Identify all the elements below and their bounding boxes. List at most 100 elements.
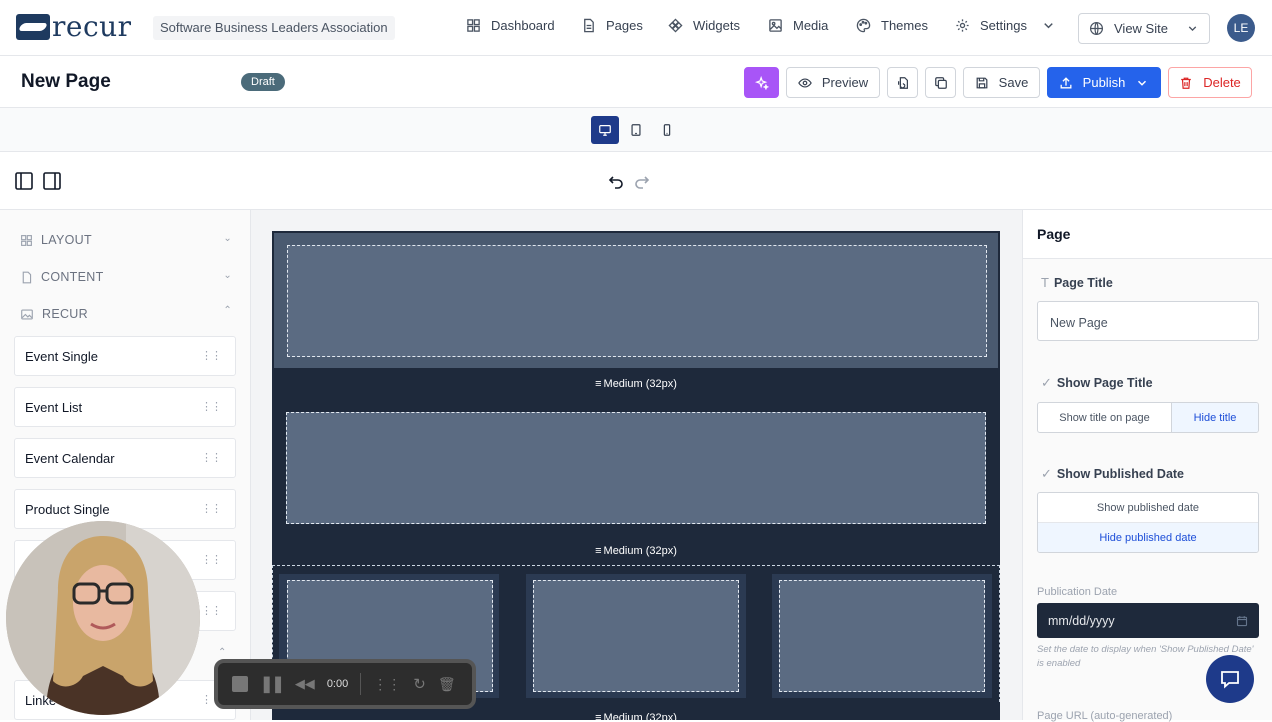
drag-handle-icon[interactable]: ⋮⋮ xyxy=(201,502,222,515)
drag-handle-icon[interactable]: ⋮⋮ xyxy=(201,400,222,413)
widget-event-list[interactable]: Event List ⋮⋮ xyxy=(14,387,236,427)
palette-icon xyxy=(856,18,871,33)
section-recur[interactable]: RECUR ⌃ xyxy=(20,305,232,321)
show-title-option[interactable]: Show title on page xyxy=(1038,403,1172,432)
delete-button[interactable]: Delete xyxy=(1168,67,1252,98)
section-content[interactable]: CONTENT ⌄ xyxy=(20,270,232,284)
nav-themes-label: Themes xyxy=(881,18,928,33)
spacer-block[interactable]: ≡ Medium (32px) xyxy=(272,370,1000,398)
move-grid-icon[interactable]: ⋮⋮ xyxy=(373,676,401,693)
drag-handle-icon[interactable]: ⋮⋮ xyxy=(201,553,222,566)
hide-title-option[interactable]: Hide title xyxy=(1172,403,1258,432)
nav-widgets[interactable]: Widgets xyxy=(668,18,740,33)
page-settings-panel: Page T Page Title New Page ✓ Show Page T… xyxy=(1022,210,1272,722)
section-recur-label: RECUR xyxy=(42,307,88,321)
screen-recorder-controls: ❚❚ ◀◀ 0:00 ⋮⋮ ↻ 🗑 xyxy=(214,659,476,709)
section-block-2[interactable] xyxy=(272,398,1000,537)
stop-icon[interactable] xyxy=(232,676,248,692)
widget-event-calendar[interactable]: Event Calendar ⋮⋮ xyxy=(14,438,236,478)
section-layout[interactable]: LAYOUT ⌄ xyxy=(20,233,232,247)
document-icon xyxy=(584,18,594,33)
duplicate-button[interactable] xyxy=(925,67,956,98)
toggle-left-panel-icon[interactable] xyxy=(14,171,34,191)
nav-dashboard[interactable]: Dashboard xyxy=(466,18,555,33)
drag-handle-icon[interactable]: ⋮⋮ xyxy=(201,604,222,617)
ai-assist-button[interactable] xyxy=(744,67,779,98)
empty-column-dropzone[interactable] xyxy=(533,580,739,692)
empty-column-dropzone[interactable] xyxy=(287,245,987,357)
user-avatar[interactable]: LE xyxy=(1227,14,1255,42)
nav-media-label: Media xyxy=(793,18,829,33)
copy-icon xyxy=(934,76,947,89)
desktop-view-button[interactable] xyxy=(591,116,619,144)
hide-date-option[interactable]: Hide published date xyxy=(1038,523,1258,552)
gear-icon xyxy=(956,19,969,32)
page-title-input[interactable]: New Page xyxy=(1037,301,1259,341)
spacer-label: Medium (32px) xyxy=(603,545,677,557)
publication-date-input[interactable]: mm/dd/yyyy xyxy=(1037,603,1259,638)
nav-dashboard-label: Dashboard xyxy=(491,18,555,33)
nav-settings-label: Settings xyxy=(980,18,1027,33)
chevron-down-icon[interactable] xyxy=(1135,76,1149,90)
trash-icon[interactable]: 🗑 xyxy=(438,676,456,693)
empty-column-dropzone[interactable] xyxy=(286,412,986,524)
save-button[interactable]: Save xyxy=(963,67,1040,98)
nav-widgets-label: Widgets xyxy=(693,18,740,33)
device-preview-bar xyxy=(0,108,1272,152)
drag-handle-icon[interactable]: ⋮⋮ xyxy=(201,349,222,362)
recur-logo[interactable]: recur xyxy=(16,10,132,43)
section-block-1[interactable] xyxy=(272,231,1000,370)
drag-handle-icon[interactable]: ⋮⋮ xyxy=(201,451,222,464)
nav-pages-label: Pages xyxy=(606,18,643,33)
widget-label: Event List xyxy=(25,399,83,415)
restart-icon[interactable]: ↻ xyxy=(413,675,426,693)
dashboard-grid-icon xyxy=(467,19,480,32)
undo-icon[interactable] xyxy=(607,173,625,191)
check-circle-icon: ✓ xyxy=(1041,375,1052,390)
show-title-toggle: Show title on page Hide title xyxy=(1037,402,1259,433)
chevron-up-icon[interactable]: ⌃ xyxy=(218,647,226,658)
empty-column-dropzone[interactable] xyxy=(779,580,985,692)
show-date-option[interactable]: Show published date xyxy=(1038,493,1258,523)
mobile-view-button[interactable] xyxy=(653,116,681,144)
logo-text: recur xyxy=(52,10,132,43)
divider xyxy=(360,673,362,695)
tablet-view-button[interactable] xyxy=(622,116,650,144)
editor-toolbar xyxy=(0,152,1272,210)
view-site-button[interactable]: View Site xyxy=(1078,13,1210,44)
nav-themes[interactable]: Themes xyxy=(856,18,928,33)
spacer-block[interactable]: ≡ Medium (32px) xyxy=(272,537,1000,565)
nav-media[interactable]: Media xyxy=(768,18,828,33)
revisions-button[interactable] xyxy=(887,67,918,98)
chevron-down-icon xyxy=(1188,26,1197,32)
spacer-icon: ≡ xyxy=(595,712,602,720)
chat-support-button[interactable] xyxy=(1206,655,1254,703)
presenter-video xyxy=(6,521,200,715)
panel-header: Page xyxy=(1023,210,1272,259)
redo-icon[interactable] xyxy=(633,173,651,191)
toggle-right-panel-icon[interactable] xyxy=(42,171,62,191)
page-title-label-text: Page Title xyxy=(1053,275,1113,290)
published-date-toggle: Show published date Hide published date xyxy=(1037,492,1259,553)
widget-event-single[interactable]: Event Single ⋮⋮ xyxy=(14,336,236,376)
nav-pages[interactable]: Pages xyxy=(581,18,643,33)
column-2[interactable] xyxy=(526,574,746,698)
recording-timer: 0:00 xyxy=(326,678,349,690)
pause-icon[interactable]: ❚❚ xyxy=(260,674,285,694)
eye-icon xyxy=(798,77,812,88)
nav-settings[interactable]: Settings xyxy=(955,18,1056,33)
calendar-icon[interactable] xyxy=(1236,615,1248,627)
rewind-icon[interactable]: ◀◀ xyxy=(295,676,315,692)
panel-heading: Page xyxy=(1037,226,1071,242)
widget-label: Product Single xyxy=(25,501,110,517)
show-published-date-text: Show Published Date xyxy=(1056,467,1185,481)
globe-icon xyxy=(1089,21,1104,36)
preview-label: Preview xyxy=(821,75,869,90)
show-page-title-text: Show Page Title xyxy=(1056,376,1153,390)
publish-button[interactable]: Publish xyxy=(1047,67,1161,98)
trash-icon xyxy=(1181,77,1192,89)
upload-icon xyxy=(1060,76,1072,88)
column-3[interactable] xyxy=(772,574,992,698)
view-site-label: View Site xyxy=(1114,21,1168,36)
preview-button[interactable]: Preview xyxy=(786,67,880,98)
